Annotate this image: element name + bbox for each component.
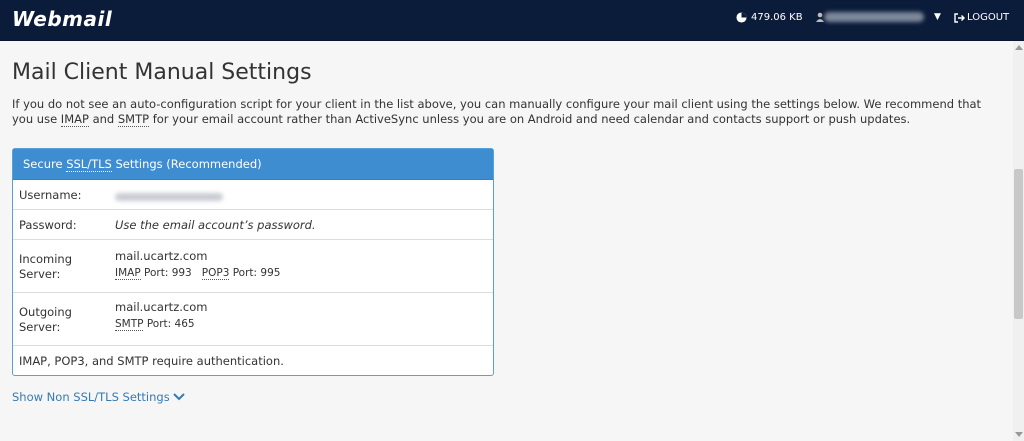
panel-title-prefix: Secure [23,157,67,171]
outgoing-label: Outgoing Server: [19,305,72,335]
scroll-up-icon[interactable] [1015,45,1023,50]
auth-note-row: IMAP, POP3, and SMTP require authenticat… [13,346,493,375]
smtp-port: Port: 465 [143,318,195,330]
intro-text: If you do not see an auto-configuration … [12,97,987,127]
incoming-label-line1: Incoming [19,252,73,266]
show-non-ssl-link[interactable]: Show Non SSL/TLS Settings [12,390,185,404]
logout-label: LOGOUT [967,12,1010,23]
top-bar: Webmail 479.06 KB ▼ LOGOUT [0,0,1024,41]
smtp-port-abbr: SMTP [115,318,144,331]
outgoing-ports: SMTP Port: 465 [115,318,195,331]
outgoing-server-row: Outgoing Server: mail.ucartz.com SMTP Po… [13,293,493,346]
logout-icon [954,12,965,23]
ssl-tls-abbr: SSL/TLS [66,157,112,172]
user-menu[interactable]: ▼ [816,12,941,22]
outgoing-value: mail.ucartz.com SMTP Port: 465 [115,299,207,332]
disk-usage[interactable]: 479.06 KB [736,12,803,23]
username-label: Username: [19,188,82,202]
imap-port: Port: 993 [140,267,192,279]
incoming-host: mail.ucartz.com [115,249,208,263]
incoming-value: mail.ucartz.com IMAP Port: 993 POP3 Port… [115,248,280,281]
incoming-server-row: Incoming Server: mail.ucartz.com IMAP Po… [13,240,493,293]
username-value-redacted [115,190,223,204]
webmail-logo[interactable]: Webmail [12,7,112,31]
intro-text-part2: for your email account rather than Activ… [149,112,911,126]
password-label: Password: [19,218,77,232]
smtp-abbr: SMTP [117,112,150,127]
logout-button[interactable]: LOGOUT [954,12,1009,23]
secure-settings-panel: Secure SSL/TLS Settings (Recommended) Us… [12,148,494,376]
user-icon [816,12,824,22]
intro-text-and: and [88,112,118,126]
password-value: Use the email account’s password. [115,218,316,232]
password-row: Password: Use the email account’s passwo… [13,210,493,240]
disk-usage-value: 479.06 KB [751,12,803,23]
vertical-scrollbar[interactable] [1013,41,1024,441]
scrollbar-thumb[interactable] [1014,169,1023,319]
incoming-label: Incoming Server: [19,252,72,282]
incoming-ports: IMAP Port: 993 POP3 Port: 995 [115,267,280,280]
auth-note: IMAP, POP3, and SMTP require authenticat… [19,354,284,368]
main-content: Mail Client Manual Settings If you do no… [12,60,992,127]
pop3-port: Port: 995 [229,267,281,279]
show-non-ssl-label: Show Non SSL/TLS Settings [12,390,170,404]
scroll-down-icon[interactable] [1015,432,1023,437]
user-email-redacted [824,12,924,22]
imap-abbr: IMAP [60,112,89,127]
username-row: Username: [13,180,493,210]
pie-chart-icon [736,12,747,23]
caret-down-icon: ▼ [934,12,941,22]
panel-title-suffix: Settings (Recommended) [111,157,262,171]
outgoing-host: mail.ucartz.com [115,300,208,314]
outgoing-label-line2: Server: [19,320,61,334]
imap-port-abbr: IMAP [115,267,141,280]
panel-header: Secure SSL/TLS Settings (Recommended) [13,149,493,180]
outgoing-label-line1: Outgoing [19,305,72,319]
incoming-label-line2: Server: [19,267,61,281]
chevron-down-icon [173,393,185,401]
pop3-port-abbr: POP3 [201,267,230,280]
page-title: Mail Client Manual Settings [12,60,312,85]
